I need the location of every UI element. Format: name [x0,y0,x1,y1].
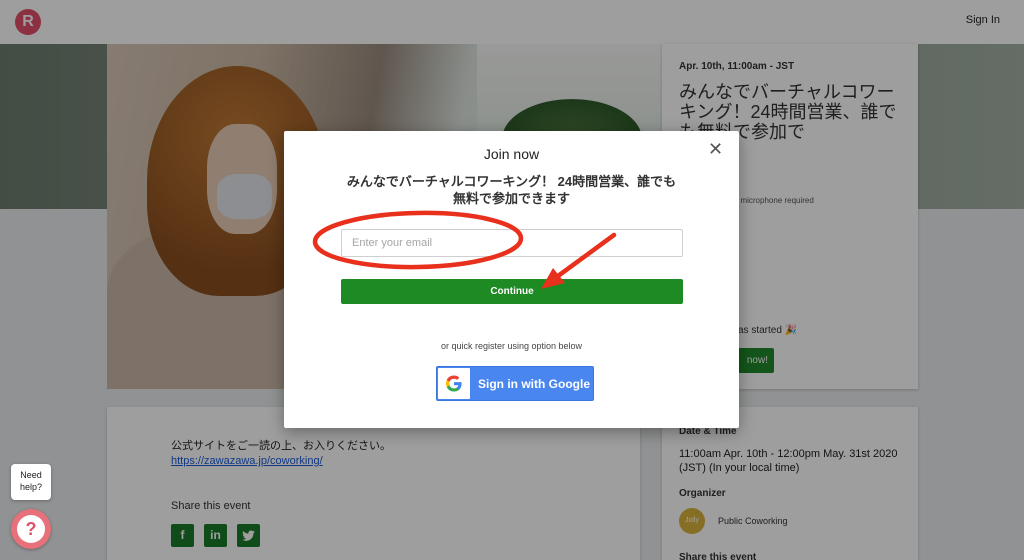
join-modal: Join now ✕ みんなでバーチャルコワーキング！ 24時間営業、誰でも無料… [284,131,739,428]
email-input[interactable] [341,229,683,257]
modal-event-heading: みんなでバーチャルコワーキング！ 24時間営業、誰でも無料で参加できます [346,174,677,206]
close-icon[interactable]: ✕ [708,139,723,160]
help-icon: ? [17,515,45,543]
continue-button[interactable]: Continue [341,279,683,304]
google-icon [438,368,470,399]
google-signin-button[interactable]: Sign in with Google [436,366,594,401]
google-signin-label: Sign in with Google [478,377,590,391]
modal-title: Join now [483,146,540,162]
help-button[interactable]: ? [11,509,51,549]
need-help-tooltip: Need help? [11,464,51,500]
quick-register-text: or quick register using option below [440,341,583,351]
